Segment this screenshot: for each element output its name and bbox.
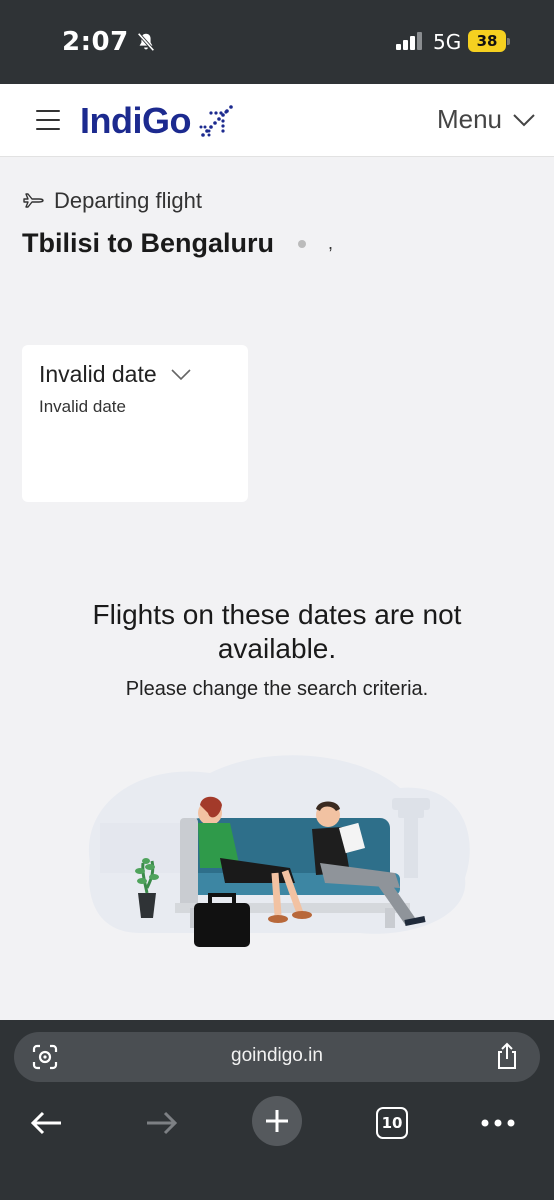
signal-icon <box>396 32 422 50</box>
url-text: goindigo.in <box>231 1045 323 1066</box>
network-label: 5G <box>433 30 462 54</box>
no-flights-subtitle: Please change the search criteria. <box>125 678 429 700</box>
browser-nav-row: 10 <box>0 1090 554 1156</box>
plus-icon <box>252 1096 302 1146</box>
tabs-button[interactable]: 10 <box>374 1100 410 1146</box>
back-button[interactable] <box>26 1100 66 1146</box>
more-options-button[interactable] <box>478 1100 518 1146</box>
more-dots-icon <box>481 1119 515 1127</box>
date-card-title-text: Invalid date <box>39 361 157 387</box>
share-icon[interactable] <box>494 1042 520 1070</box>
chevron-down-icon <box>513 113 535 126</box>
browser-toolbar: goindigo.in 10 <box>0 1020 554 1200</box>
forward-button[interactable] <box>142 1100 182 1146</box>
route-text: Tbilisi to Bengaluru <box>22 228 275 258</box>
tab-count: 10 <box>376 1107 408 1139</box>
date-selector-card[interactable]: Invalid date Invalid date <box>22 345 248 502</box>
no-flights-message: Flights on these dates are not available… <box>0 598 554 701</box>
status-time: 2:07 <box>62 27 157 57</box>
chevron-down-icon <box>171 368 191 380</box>
route-suffix: , <box>328 233 334 253</box>
main-content: Departing flight Tbilisi to Bengaluru , … <box>0 158 554 1020</box>
departing-text: Departing flight <box>54 188 202 213</box>
arrow-left-icon <box>30 1111 61 1135</box>
menu-button[interactable]: Menu <box>437 104 536 135</box>
departing-flight-label: Departing flight <box>22 188 202 214</box>
logo-plane-icon <box>199 105 233 137</box>
new-tab-button[interactable] <box>251 1096 303 1146</box>
status-bar: 2:07 5G 38 <box>0 0 554 84</box>
hamburger-menu-icon[interactable] <box>36 110 60 132</box>
bell-slash-icon <box>137 32 155 52</box>
indigo-logo[interactable]: IndiGo <box>80 100 235 142</box>
route-title: Tbilisi to Bengaluru , <box>22 228 333 259</box>
arrow-right-icon <box>147 1111 178 1135</box>
date-card-title: Invalid date <box>39 361 191 388</box>
battery-icon: 38 <box>468 30 510 52</box>
no-flights-title: Flights on these dates are not available… <box>92 599 462 664</box>
logo-text: IndiGo <box>80 100 191 141</box>
address-bar[interactable]: goindigo.in <box>14 1032 540 1082</box>
airplane-icon <box>23 193 44 208</box>
waiting-passengers-illustration <box>88 755 470 947</box>
site-header: IndiGo Menu <box>0 84 554 157</box>
menu-label: Menu <box>436 104 502 134</box>
route-separator-dot <box>298 239 307 248</box>
time-text: 2:07 <box>62 27 129 57</box>
date-card-subtitle: Invalid date <box>39 397 126 416</box>
